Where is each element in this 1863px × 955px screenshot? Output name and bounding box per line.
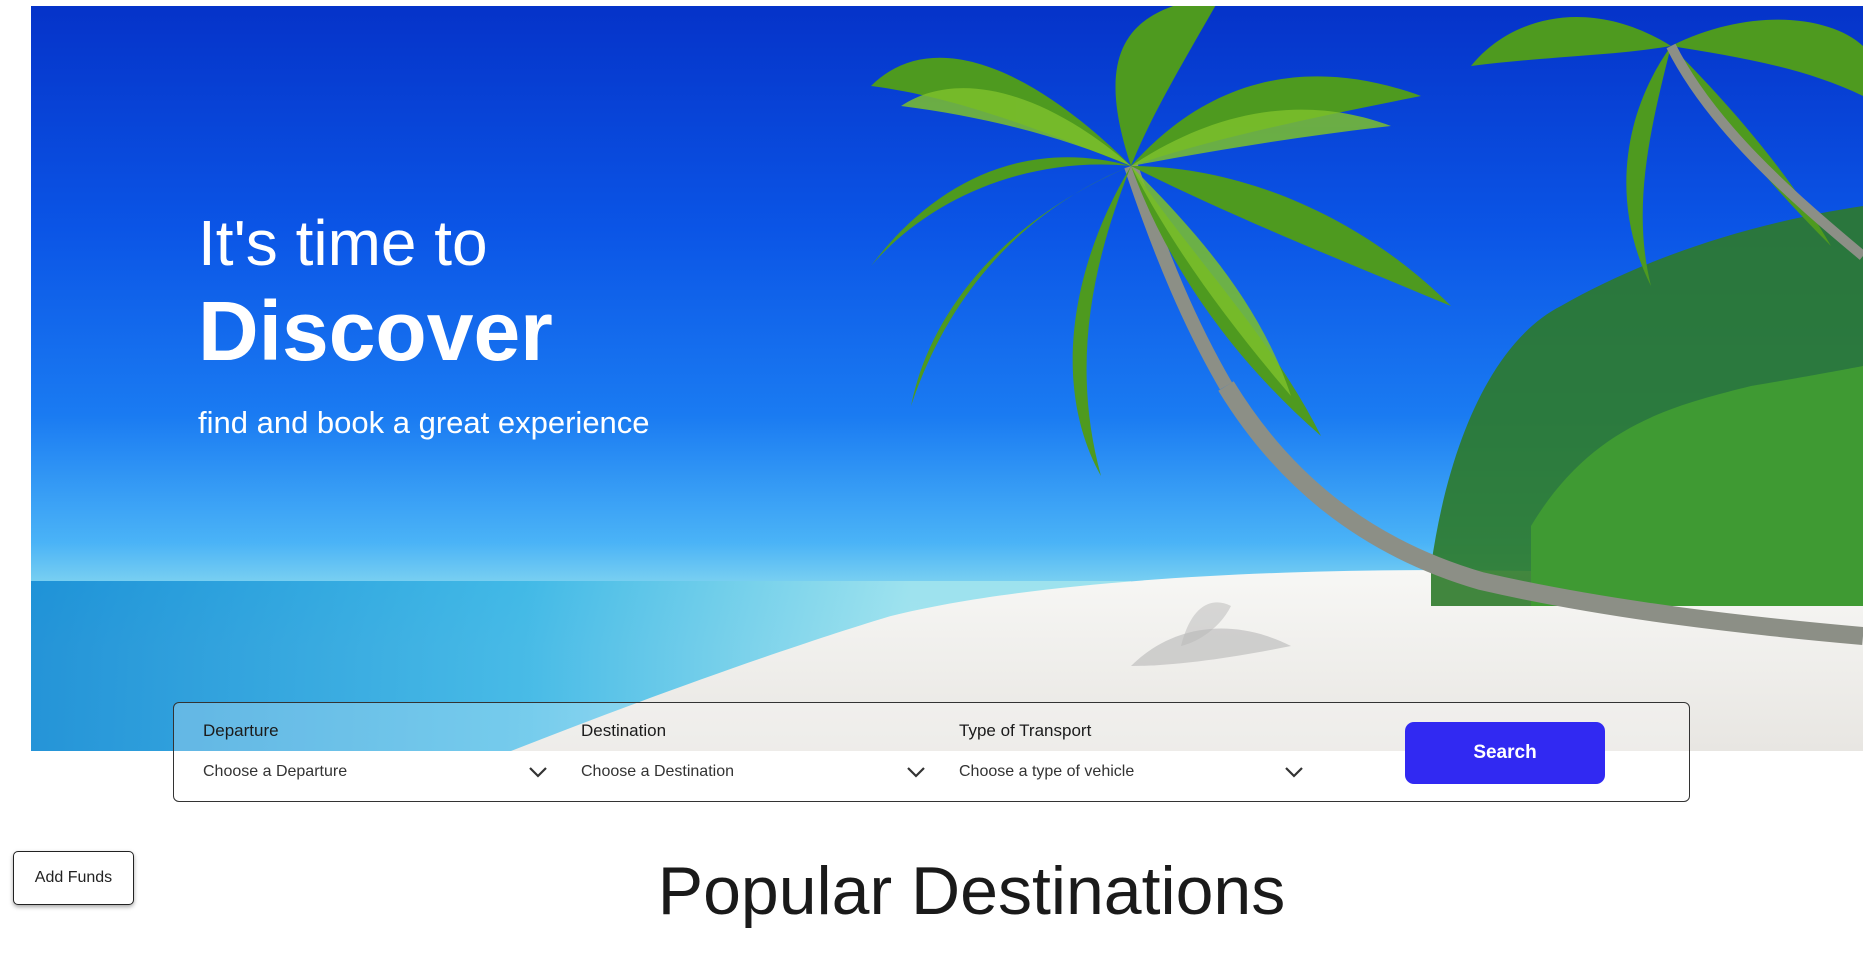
transport-select[interactable]: Choose a type of vehicle xyxy=(959,763,1304,787)
chevron-down-icon xyxy=(1285,767,1303,778)
chevron-down-icon xyxy=(529,767,547,778)
transport-label: Type of Transport xyxy=(959,721,1092,740)
hero-line-1: It's time to xyxy=(198,207,488,279)
hero-banner: It's time to Discover find and book a gr… xyxy=(31,6,1863,751)
hero-line-2: Discover xyxy=(198,284,553,378)
departure-label: Departure xyxy=(203,721,279,740)
destination-field[interactable]: Destination Choose a Destination xyxy=(581,721,926,791)
departure-value: Choose a Departure xyxy=(203,763,348,780)
search-bar: Departure Choose a Departure Destination… xyxy=(173,702,1690,802)
departure-field[interactable]: Departure Choose a Departure xyxy=(203,721,548,791)
search-button[interactable]: Search xyxy=(1405,722,1605,784)
hero-heading: It's time to Discover find and book a gr… xyxy=(198,211,650,441)
destination-label: Destination xyxy=(581,721,667,740)
destination-select[interactable]: Choose a Destination xyxy=(581,763,926,787)
transport-value: Choose a type of vehicle xyxy=(959,763,1135,780)
popular-destinations-title: Popular Destinations xyxy=(657,853,1286,929)
transport-field[interactable]: Type of Transport Choose a type of vehic… xyxy=(959,721,1304,791)
hero-tagline: find and book a great experience xyxy=(198,405,650,440)
departure-select[interactable]: Choose a Departure xyxy=(203,763,548,787)
chevron-down-icon xyxy=(907,767,925,778)
destination-value: Choose a Destination xyxy=(581,763,734,780)
